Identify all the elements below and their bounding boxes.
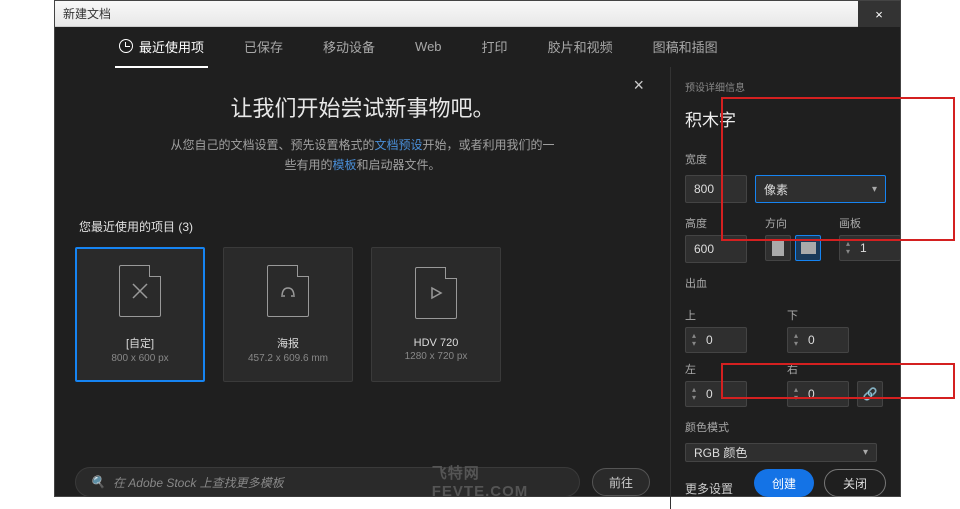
chevron-down-icon: ▾: [872, 184, 877, 195]
preset-card-hdv[interactable]: HDV 720 1280 x 720 px: [371, 247, 501, 382]
width-label: 宽度: [685, 151, 886, 167]
tab-film[interactable]: 胶片和视频: [544, 27, 617, 68]
intro-heading: 让我们开始尝试新事物吧。: [125, 91, 600, 123]
go-button[interactable]: 前往: [592, 468, 650, 496]
clock-icon: [119, 39, 133, 53]
unit-select[interactable]: 像素▾: [755, 175, 886, 203]
bleed-top-input[interactable]: ▴▾0: [685, 327, 747, 353]
colormode-select[interactable]: RGB 颜色▾: [685, 443, 877, 462]
bleed-bottom-input[interactable]: ▴▾0: [787, 327, 849, 353]
preset-cards: [自定] 800 x 600 px 海报 457.2 x 609.6 mm HD…: [75, 247, 650, 382]
width-input[interactable]: [685, 175, 747, 203]
doc-icon: [119, 265, 161, 317]
bleed-label: 出血: [685, 275, 886, 291]
tab-mobile[interactable]: 移动设备: [319, 27, 379, 68]
recent-label: 您最近使用的项目 (3): [79, 218, 650, 235]
tab-art[interactable]: 图稿和插图: [649, 27, 722, 68]
orient-portrait-button[interactable]: [765, 235, 791, 261]
category-tabs: 最近使用项 已保存 移动设备 Web 打印 胶片和视频 图稿和插图: [55, 27, 900, 67]
intro-close-button[interactable]: ×: [633, 75, 644, 96]
stock-search-input[interactable]: 🔍 在 Adobe Stock 上查找更多模板: [75, 467, 580, 497]
height-input[interactable]: [685, 235, 747, 263]
preset-card-poster[interactable]: 海报 457.2 x 609.6 mm: [223, 247, 353, 382]
search-icon: 🔍: [90, 475, 105, 489]
bleed-right-input[interactable]: ▴▾0: [787, 381, 849, 407]
preset-card-custom[interactable]: [自定] 800 x 600 px: [75, 247, 205, 382]
portrait-icon: [772, 241, 784, 256]
bleed-left-input[interactable]: ▴▾0: [685, 381, 747, 407]
tab-recent[interactable]: 最近使用项: [115, 27, 208, 68]
close-window-button[interactable]: ×: [858, 1, 900, 27]
chevron-down-icon: ▾: [863, 447, 868, 458]
preset-name[interactable]: 积木字: [685, 106, 886, 131]
left-panel: × 让我们开始尝试新事物吧。 从您自己的文档设置、预先设置格式的文档预设开始，或…: [55, 67, 670, 509]
create-button[interactable]: 创建: [754, 469, 814, 497]
orient-landscape-button[interactable]: [795, 235, 821, 261]
doc-icon: [267, 265, 309, 317]
titlebar: 新建文档 ×: [55, 1, 900, 27]
doc-icon: [415, 267, 457, 319]
artboard-label: 画板: [839, 215, 901, 231]
window-title: 新建文档: [63, 5, 111, 22]
height-label: 高度: [685, 215, 747, 231]
artboard-stepper[interactable]: ▴▾1: [839, 235, 901, 261]
landscape-icon: [801, 242, 816, 254]
close-button[interactable]: 关闭: [824, 469, 886, 497]
section-label: 预设详细信息: [685, 79, 886, 94]
colormode-label: 颜色模式: [685, 419, 886, 435]
tab-web[interactable]: Web: [411, 29, 446, 66]
intro-banner: × 让我们开始尝试新事物吧。 从您自己的文档设置、预先设置格式的文档预设开始，或…: [75, 67, 650, 200]
orient-label: 方向: [765, 215, 821, 231]
intro-text: 从您自己的文档设置、预先设置格式的文档预设开始，或者利用我们的一 些有用的模板和…: [125, 135, 600, 176]
preset-details-panel: 预设详细信息 积木字 宽度 像素▾ 高度 方向: [670, 67, 900, 509]
tab-saved[interactable]: 已保存: [240, 27, 287, 68]
link-bleed-button[interactable]: 🔗: [857, 381, 883, 407]
tab-print[interactable]: 打印: [478, 27, 512, 68]
